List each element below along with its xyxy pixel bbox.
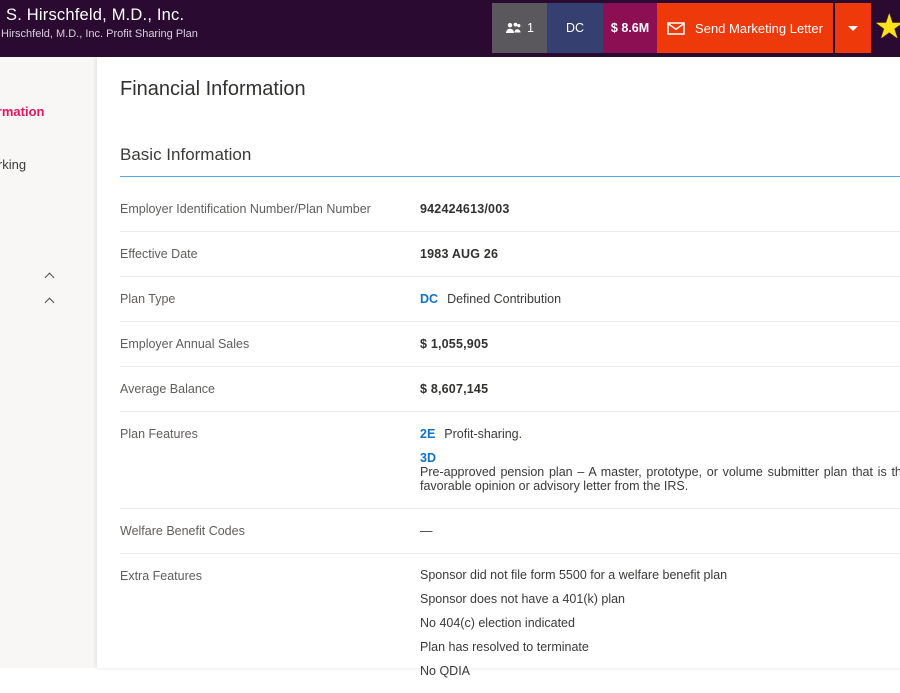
- chevron-down-icon: [848, 26, 858, 31]
- row-label: Employer Identification Number/Plan Numb…: [120, 202, 420, 216]
- table-row-effective-date: Effective Date 1983 AUG 26: [120, 232, 900, 277]
- extra-feature-item: Sponsor did not file form 5500 for a wel…: [420, 569, 900, 582]
- send-marketing-letter-button[interactable]: Send Marketing Letter: [657, 3, 833, 53]
- row-value: 2E Profit-sharing. 3DPre-approved pension…: [420, 427, 900, 493]
- plan-feature-item: 3DPre-approved pension plan – A master, …: [420, 451, 900, 493]
- row-value: $ 8,607,145: [420, 382, 900, 396]
- assets-badge[interactable]: $ 8.6M: [603, 3, 657, 53]
- collapse-chevron-up-icon[interactable]: [45, 298, 55, 308]
- favorite-star-icon[interactable]: ★: [874, 7, 900, 47]
- row-value: $ 1,055,905: [420, 337, 900, 351]
- people-group-icon: [505, 22, 522, 34]
- row-label: Extra Features: [120, 569, 420, 678]
- extra-feature-item: Plan has resolved to terminate: [420, 641, 900, 654]
- table-row-average-balance: Average Balance $ 8,607,145: [120, 367, 900, 412]
- send-marketing-letter-label: Send Marketing Letter: [695, 21, 823, 36]
- plan-type-badge[interactable]: DC: [547, 3, 603, 53]
- feature-text: Pre-approved pension plan – A master, pr…: [420, 465, 900, 493]
- feature-code: 2E: [420, 427, 435, 441]
- row-value: —: [420, 524, 900, 538]
- company-title-block: S. Hirschfeld, M.D., Inc. Hirschfeld, M.…: [6, 6, 198, 40]
- sidebar-item-financial-information[interactable]: Financial Information: [0, 104, 44, 119]
- row-label: Employer Annual Sales: [120, 337, 420, 351]
- extra-feature-item: No QDIA: [420, 665, 900, 678]
- table-row-extra-features: Extra Features Sponsor did not file form…: [120, 554, 900, 693]
- table-row-ein: Employer Identification Number/Plan Numb…: [120, 177, 900, 232]
- app-header: S. Hirschfeld, M.D., Inc. Hirschfeld, M.…: [0, 0, 900, 57]
- row-label: Plan Type: [120, 292, 420, 306]
- sidebar-item-benchmarking[interactable]: Benchmarking: [0, 157, 26, 172]
- extra-feature-item: No 404(c) election indicated: [420, 617, 900, 630]
- row-label: Welfare Benefit Codes: [120, 524, 420, 538]
- main-content: Financial Information Basic Information …: [97, 57, 900, 668]
- row-value: 1983 AUG 26: [420, 247, 900, 261]
- basic-information-table: Employer Identification Number/Plan Numb…: [120, 177, 900, 693]
- company-name: S. Hirschfeld, M.D., Inc.: [6, 6, 198, 25]
- plan-name-subtitle: Hirschfeld, M.D., Inc. Profit Sharing Pl…: [1, 28, 198, 40]
- feature-text: Profit-sharing.: [444, 427, 522, 441]
- participants-count: 1: [527, 21, 534, 35]
- row-label: Plan Features: [120, 427, 420, 493]
- collapse-chevron-up-icon[interactable]: [45, 273, 55, 283]
- participants-badge[interactable]: 1: [492, 3, 547, 53]
- header-badges: 1 DC $ 8.6M Send Marketing Letter: [492, 3, 871, 53]
- row-value: 942424613/003: [420, 202, 900, 216]
- section-title: Basic Information: [120, 145, 900, 165]
- row-value: DC Defined Contribution: [420, 292, 900, 306]
- plan-type-code: DC: [420, 292, 438, 306]
- plan-type-text: Defined Contribution: [447, 292, 561, 306]
- table-row-plan-features: Plan Features 2E Profit-sharing. 3DPre-ap…: [120, 412, 900, 509]
- marketing-dropdown-button[interactable]: [835, 3, 871, 53]
- row-label: Average Balance: [120, 382, 420, 396]
- table-row-annual-sales: Employer Annual Sales $ 1,055,905: [120, 322, 900, 367]
- extra-feature-item: Sponsor does not have a 401(k) plan: [420, 593, 900, 606]
- row-value: Sponsor did not file form 5500 for a wel…: [420, 569, 900, 678]
- feature-code: 3D: [420, 451, 436, 465]
- table-row-plan-type: Plan Type DC Defined Contribution: [120, 277, 900, 322]
- page-title: Financial Information: [120, 78, 900, 101]
- plan-feature-item: 2E Profit-sharing.: [420, 427, 900, 441]
- envelope-icon: [667, 22, 685, 35]
- row-label: Effective Date: [120, 247, 420, 261]
- table-row-welfare-codes: Welfare Benefit Codes —: [120, 509, 900, 554]
- sidebar: Financial Information Benchmarking: [0, 57, 97, 668]
